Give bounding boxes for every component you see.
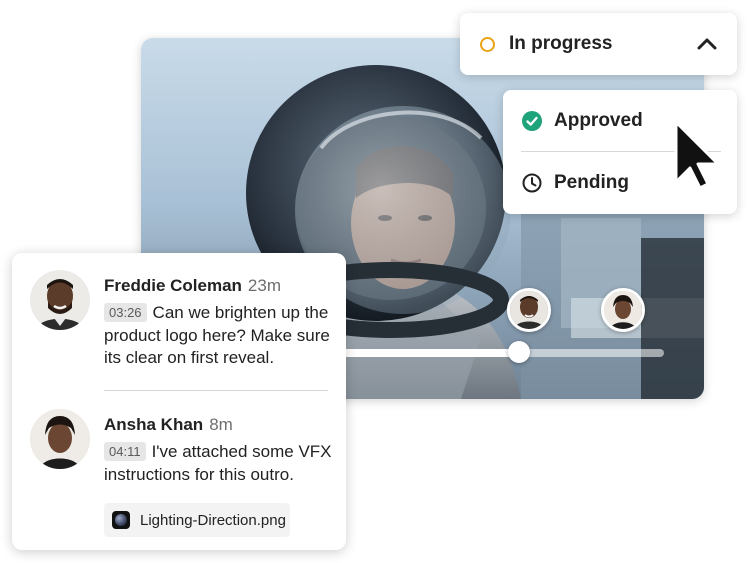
chevron-up-icon[interactable] (697, 38, 717, 50)
person-avatar-icon (30, 270, 90, 330)
person-avatar-icon (30, 409, 90, 469)
comment-marker-ansha[interactable] (601, 288, 645, 332)
comment-time: 23m (247, 276, 281, 295)
avatar-ansha-icon (604, 291, 642, 329)
status-option-label: Approved (554, 110, 643, 131)
mouse-pointer-icon (674, 120, 720, 190)
avatar-ansha-khan (30, 409, 90, 469)
comment-divider (104, 390, 328, 391)
comment-author: Freddie Coleman 23m (104, 276, 281, 296)
playhead-handle[interactable] (507, 341, 530, 363)
comment-author: Ansha Khan 8m (104, 415, 233, 435)
attachment-chip[interactable]: Lighting-Direction.png (104, 503, 290, 537)
timeline-scrubber-track[interactable] (341, 349, 664, 357)
timecode-badge[interactable]: 04:11 (104, 442, 146, 461)
status-current-label: In progress (509, 33, 613, 54)
comment-body: 03:26 Can we brighten up the product logo… (104, 302, 336, 370)
status-option-label: Pending (554, 172, 629, 193)
comment-author-name: Freddie Coleman (104, 276, 242, 295)
comment-author-name: Ansha Khan (104, 415, 204, 434)
comment-marker-freddie[interactable] (507, 288, 551, 332)
avatar-freddie-coleman (30, 270, 90, 330)
timecode-badge[interactable]: 03:26 (104, 303, 147, 322)
avatar-freddie-icon (510, 291, 548, 329)
attachment-filename: Lighting-Direction.png (140, 511, 286, 529)
comment-time: 8m (209, 415, 233, 434)
in-progress-status-icon (480, 36, 495, 52)
clock-icon (522, 173, 542, 193)
check-circle-icon (522, 111, 542, 131)
image-file-icon (112, 511, 130, 529)
comments-panel: Freddie Coleman 23m 03:26 Can we brighten … (12, 253, 346, 550)
comment-body: 04:11 I've attached some VFX instructions… (104, 441, 336, 486)
status-dropdown[interactable]: In progress (460, 13, 737, 75)
timeline-progress (341, 349, 519, 357)
